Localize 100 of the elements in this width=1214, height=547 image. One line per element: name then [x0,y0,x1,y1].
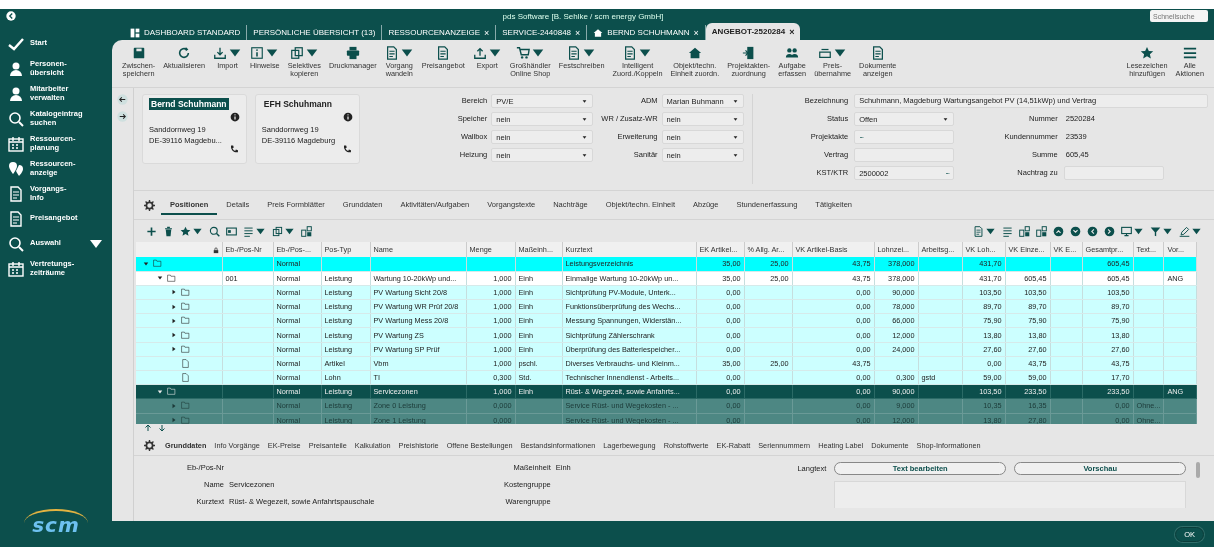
scrollbar-thumb[interactable] [1196,462,1200,478]
grid-icon[interactable] [1036,225,1047,237]
expand-icon[interactable] [171,289,177,296]
close-icon[interactable]: × [693,27,699,38]
tab-label: SERVICE-2440848 [502,28,572,37]
caret-icon [731,152,739,158]
folder-icon [180,316,191,326]
printer-icon [345,46,360,60]
grid-icon[interactable] [1019,225,1030,237]
left-circle-icon[interactable] [1087,225,1098,237]
list-icon[interactable] [1002,225,1013,237]
star-icon [1140,46,1155,60]
caret-icon [731,116,739,122]
tab-label: ANGEBOT-2520284 [711,27,786,36]
document-icon [8,185,24,202]
person-icon [8,60,24,77]
info-icon[interactable] [229,112,240,122]
settings-icon[interactable] [144,199,155,211]
calendar-icon [8,135,24,152]
people-icon [785,46,800,60]
left-arrow-icon[interactable] [117,94,128,105]
right-arrow-icon[interactable] [117,111,128,122]
phone-icon[interactable] [341,144,353,155]
location-pin-icon [8,160,24,177]
file-icon [180,358,191,368]
menu-icon [1182,46,1197,60]
info-icon[interactable] [342,112,353,122]
folder-icon [180,287,191,297]
info-icon [250,46,265,60]
monitor-icon[interactable] [1121,225,1132,237]
filter-icon[interactable] [1150,225,1161,237]
close-icon[interactable]: × [575,27,581,38]
door-icon [741,46,756,60]
folder-icon [180,344,191,354]
document-icon [8,210,24,227]
calendar-icon [8,260,24,277]
document-icon [567,46,582,60]
caret-icon [581,134,589,140]
document-icon [623,46,638,60]
card-icon[interactable] [226,225,237,237]
collapse-icon[interactable] [157,388,163,395]
caret-icon [731,98,739,104]
lock-icon [212,246,219,254]
folder-icon [166,273,177,283]
close-icon[interactable]: × [789,26,795,37]
upload-icon [472,46,487,60]
up-arrow-icon[interactable] [144,424,152,432]
search-icon[interactable] [209,225,220,237]
download-icon [213,46,228,60]
phone-icon[interactable] [228,144,240,155]
tab-label: RESSOURCENANZEIGE [388,28,480,37]
close-icon[interactable]: × [484,27,490,38]
folder-icon [152,259,163,269]
document-icon [870,46,885,60]
document-icon[interactable] [973,225,984,237]
right-circle-icon[interactable] [1104,225,1115,237]
folder-icon [166,387,177,397]
company-logo: scm [24,509,88,537]
search-icon [8,110,24,127]
pen-icon[interactable] [1179,225,1190,237]
tab-label: BERND SCHUHMANN [607,28,690,37]
document-icon [384,46,399,60]
star-icon[interactable] [180,225,191,237]
person-icon [8,85,24,102]
list-icon[interactable] [243,225,254,237]
caret-icon [942,116,950,122]
expand-icon[interactable] [171,346,177,353]
house-icon [593,27,604,38]
up-circle-icon[interactable] [1053,225,1064,237]
tab-label: DASHBOARD STANDARD [144,28,241,37]
trash-icon[interactable] [163,225,174,237]
caret-icon [581,116,589,122]
expand-icon[interactable] [171,317,177,324]
plus-icon[interactable] [146,225,157,237]
folder-icon [180,415,191,424]
document-icon [436,46,451,60]
caret-icon [731,134,739,140]
expand-icon[interactable] [171,303,177,310]
grid-icon[interactable] [301,225,312,237]
back-icon[interactable] [6,11,16,21]
search-icon [8,235,24,252]
tab-label: PERSÖNLICHE ÜBERSICHT (13) [253,28,376,37]
folder-icon [180,330,191,340]
expand-icon[interactable] [171,332,177,339]
copy-icon[interactable] [272,225,283,237]
collapse-icon[interactable] [143,260,149,267]
refresh-icon [177,46,192,60]
collapse-icon[interactable] [157,275,163,282]
dashboard-icon [130,27,140,38]
caret-icon [581,98,589,104]
house-icon [687,46,702,60]
settings-icon[interactable] [144,440,155,451]
contact-name: EFH Schuhmann [262,98,333,110]
document-tab[interactable]: ANGEBOT-2520284 × [705,23,801,40]
caret-icon [581,152,589,158]
copy-icon [289,46,304,60]
folder-icon [180,401,191,411]
down-arrow-icon[interactable] [158,424,166,432]
file-icon [180,373,191,383]
down-circle-icon[interactable] [1070,225,1081,237]
